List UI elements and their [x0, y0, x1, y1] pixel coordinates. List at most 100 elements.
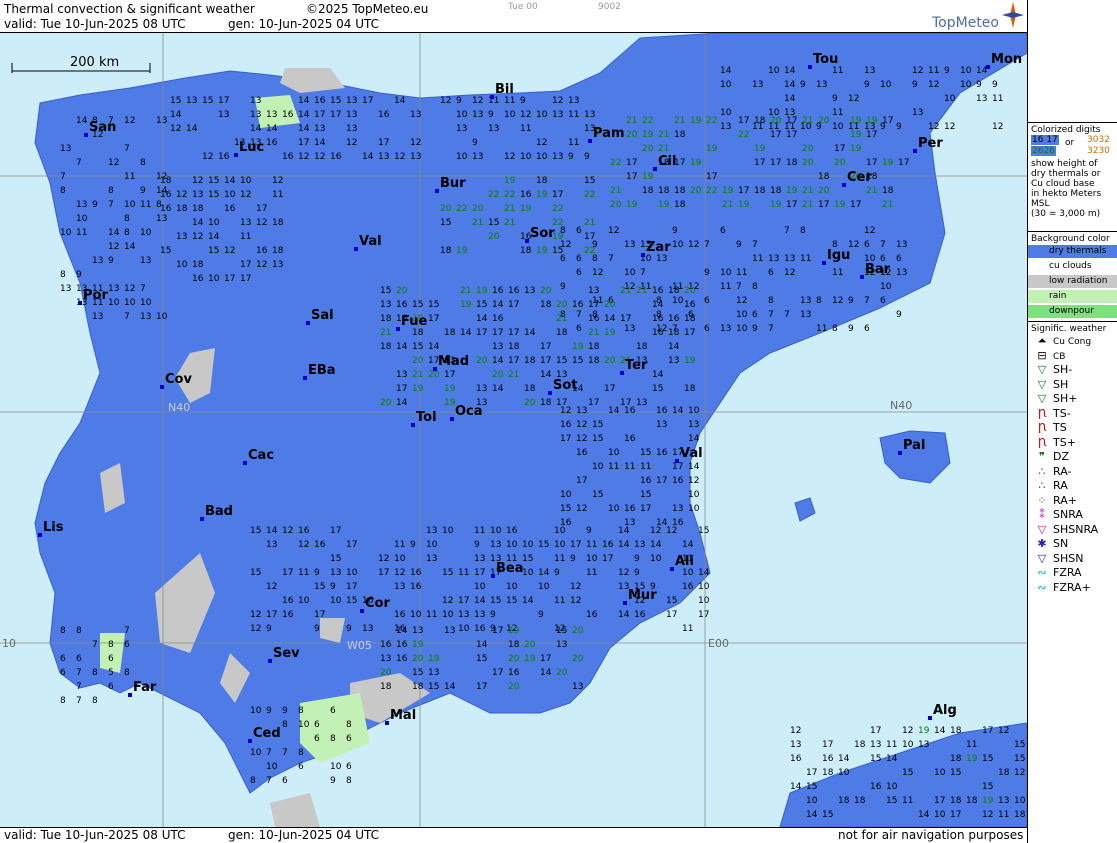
thermal-digit: 10	[330, 762, 342, 772]
thermal-digit: 9	[800, 80, 806, 90]
legend-digit-sample-green: 2626	[1031, 146, 1056, 156]
city-marker[interactable]: San	[84, 120, 116, 137]
thermal-digit: 9	[560, 282, 566, 292]
city-marker[interactable]: EBa	[303, 363, 336, 380]
thermal-digit: 16	[652, 314, 664, 324]
legend-digits-desc-1: dry thermals or	[1031, 169, 1101, 179]
thermal-digit: 10	[1014, 796, 1026, 806]
thermal-digit: 12	[592, 268, 603, 278]
thermal-digit: 11	[474, 526, 485, 536]
thermal-digit: 9	[848, 324, 854, 334]
city-marker[interactable]: Val	[354, 234, 382, 251]
cu-cong-icon: ⏶	[1037, 334, 1047, 347]
thermal-digit: 9	[570, 554, 576, 564]
thermal-digit: 13	[816, 80, 827, 90]
city-marker[interactable]: Mur	[623, 588, 657, 605]
thermal-digit: 12	[170, 124, 181, 134]
thermal-digit: 13	[362, 624, 373, 634]
legend-digits-title: Colorized digits	[1031, 125, 1101, 135]
city-marker[interactable]: Bad	[200, 504, 233, 521]
thermal-digit: 16	[224, 204, 236, 214]
city-marker[interactable]: Mal	[385, 708, 416, 725]
thermal-digit: 8	[60, 696, 66, 706]
city-marker[interactable]: Val	[675, 446, 703, 463]
thermal-digit: 9	[474, 540, 480, 550]
legend-wx-item: Ꞃ TS	[1031, 421, 1115, 436]
city-marker[interactable]: Bar	[860, 262, 891, 279]
thermal-digit: 17	[378, 138, 389, 148]
city-marker[interactable]: Fue	[396, 314, 427, 331]
thermal-digit: 12	[124, 116, 135, 126]
thermal-digit: 8	[60, 186, 66, 196]
city-marker[interactable]: Igu	[822, 248, 850, 265]
thermal-digit: 17	[378, 568, 389, 578]
thermal-digit: 19	[476, 286, 488, 296]
legend-bg-label: rain	[1049, 291, 1067, 301]
thermal-digit: 20	[642, 144, 654, 154]
thermal-digit: 14	[668, 342, 680, 352]
thermal-digit: 9	[266, 624, 272, 634]
thermal-digit: 18	[380, 682, 392, 692]
thermal-digit: 13	[552, 152, 563, 162]
thermal-digit: 6	[576, 254, 582, 264]
thermal-digit: 12	[192, 232, 203, 242]
city-marker[interactable]: Sot	[548, 378, 578, 395]
thermal-digit: 9	[76, 270, 82, 280]
city-marker[interactable]: Cov	[160, 372, 192, 389]
thermal-digit: 12	[240, 190, 251, 200]
thermal-digit: 21	[472, 218, 483, 228]
city-marker[interactable]: Alg	[928, 703, 957, 720]
thermal-digit: 10	[880, 80, 892, 90]
city-marker[interactable]: Per	[913, 136, 943, 153]
city-marker[interactable]: Mad	[433, 354, 469, 371]
legend-wx-label: TS+	[1053, 435, 1076, 449]
thermal-digit: 17	[818, 200, 829, 210]
thermal-digit: 18	[668, 328, 680, 338]
city-marker[interactable]: Ter	[620, 358, 648, 375]
city-marker[interactable]: Far	[128, 680, 157, 697]
city-marker[interactable]: Sal	[306, 308, 334, 325]
thermal-digit: 10	[720, 268, 732, 278]
thermal-digit: 8	[60, 626, 66, 636]
city-marker[interactable]: Cor	[360, 596, 390, 613]
city-marker[interactable]: Por	[78, 288, 108, 305]
city-marker[interactable]: Bea	[491, 561, 524, 578]
thermal-digit: 20	[472, 204, 484, 214]
city-marker[interactable]: Ced	[248, 726, 281, 743]
city-marker[interactable]: Cer	[842, 170, 872, 187]
thermal-digit: 16	[380, 640, 392, 650]
city-marker[interactable]: Sev	[268, 646, 300, 663]
thermal-digit: 10	[688, 406, 700, 416]
thermal-digit: 17	[626, 158, 637, 168]
thermal-digit: 12	[192, 176, 203, 186]
thermal-digit: 9	[314, 624, 320, 634]
city-marker[interactable]: Oca	[450, 404, 483, 421]
thermal-digit: 10	[650, 554, 662, 564]
thermal-digit: 6	[576, 268, 582, 278]
thermal-digit: 17	[738, 186, 749, 196]
legend-panel: Colorized digits 16 17 or 3032 2626 3230…	[1027, 0, 1117, 843]
thermal-digit: 18	[684, 384, 696, 394]
thermal-digit: 13	[266, 110, 277, 120]
city-marker[interactable]: Sor	[525, 226, 555, 243]
city-marker[interactable]: Tou	[808, 52, 838, 69]
city-marker[interactable]: Luc	[234, 140, 264, 157]
legend-wx-item: ∾ FZRA	[1031, 566, 1115, 581]
thermal-digit: 17	[866, 158, 877, 168]
thermal-digit: 13	[266, 540, 277, 550]
thermal-digit: 16	[282, 596, 294, 606]
city-marker[interactable]: Bur	[435, 176, 466, 193]
city-label: Fue	[401, 314, 427, 329]
thermal-digit: 17	[540, 356, 551, 366]
thermal-digit: 13	[250, 110, 261, 120]
weather-map[interactable]: 200 km N40 N40 W05 E00 10 15 13 15 17 13 14 16…	[0, 32, 1028, 828]
city-marker[interactable]: Mon	[986, 52, 1022, 69]
city-marker[interactable]: Pam	[588, 126, 625, 143]
city-marker[interactable]: Cac	[243, 448, 274, 465]
thermal-digit: 7	[282, 748, 288, 758]
thermal-digit: 16	[474, 624, 486, 634]
thermal-digit: 12	[202, 152, 213, 162]
city-marker[interactable]: Zar	[641, 240, 671, 257]
city-marker[interactable]: Pal	[898, 438, 925, 455]
thermal-digit: 7	[266, 748, 272, 758]
